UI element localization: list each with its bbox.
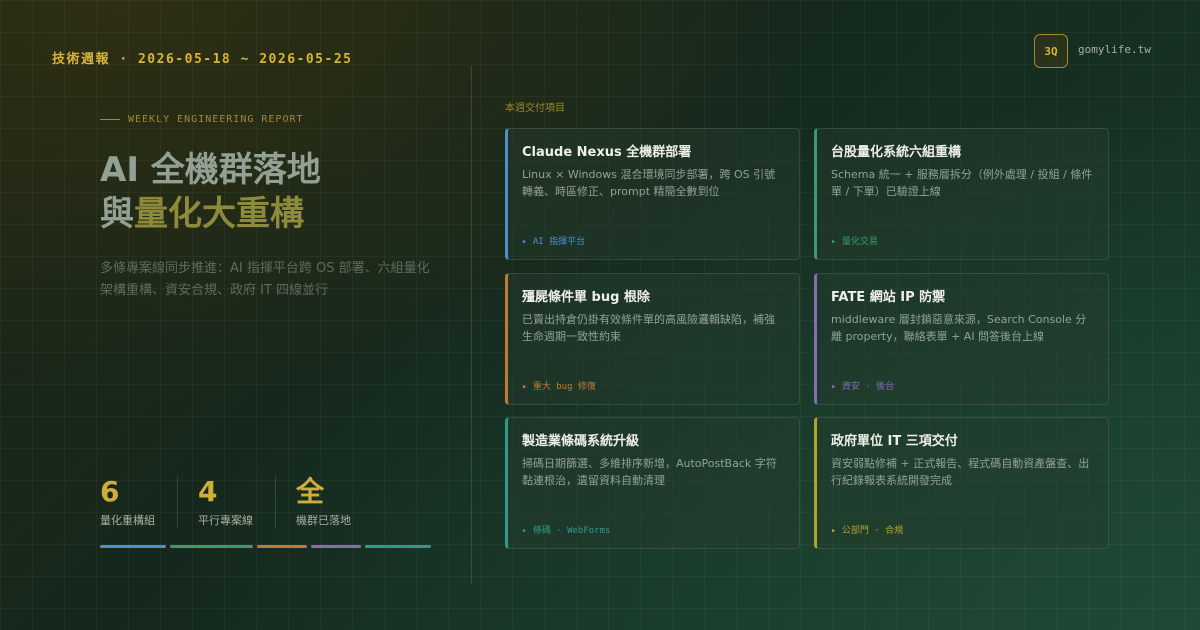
card-description: 掃碼日期篩選、多維排序新增，AutoPostBack 字符黏連根治，遺留資料自動…	[522, 457, 777, 487]
card-description: Schema 統一 + 服務層拆分（例外處理 / 投組 / 條件單 / 下單）已…	[831, 168, 1093, 198]
section-label: 本週交付項目	[505, 103, 565, 114]
delivery-card: FATE 網站 IP 防禦 middleware 層封鎖惡意來源，Search …	[814, 273, 1109, 405]
delivery-card: 殭屍條件單 bug 根除 已賣出持倉仍掛有效條件單的高風險邏輯缺陷，補強生命週期…	[505, 273, 800, 405]
stat-label: 機群已落地	[296, 514, 351, 527]
delivery-card: Claude Nexus 全機群部署 Linux × Windows 混合環境同…	[505, 128, 800, 260]
column-divider	[471, 66, 472, 584]
card-title: FATE 網站 IP 防禦	[831, 290, 946, 305]
hero-heading: AI 全機群落地 與量化大重構	[100, 148, 321, 236]
stats-row: 6 量化重構組 4 平行專案線 全 機群已落地	[100, 476, 351, 528]
card-title: 政府單位 IT 三項交付	[831, 434, 958, 449]
hero-subtitle: 多條專案線同步推進：AI 指揮平台跨 OS 部署、六組量化架構重構、資安合規、政…	[100, 261, 430, 298]
card-description: middleware 層封鎖惡意來源，Search Console 分離 pro…	[831, 313, 1087, 343]
eyebrow-line	[100, 119, 120, 120]
delivery-card: 製造業條碼系統升級 掃碼日期篩選、多維排序新增，AutoPostBack 字符黏…	[505, 417, 800, 549]
delivery-card: 台股量化系統六組重構 Schema 統一 + 服務層拆分（例外處理 / 投組 /…	[814, 128, 1109, 260]
color-bar	[365, 545, 431, 548]
report-title: 技術週報 · 2026-05-18 ~ 2026-05-25	[52, 52, 353, 67]
hero-line-1: AI 全機群落地	[100, 150, 321, 190]
card-description: Linux × Windows 混合環境同步部署，跨 OS 引號轉義、時區修正、…	[522, 168, 776, 198]
hero-line-2-prefix: 與	[100, 194, 134, 234]
logo-badge: 3Q	[1034, 34, 1068, 68]
hero-line-2-highlight: 量化大重構	[134, 194, 304, 234]
color-bar	[257, 545, 307, 548]
color-bars	[100, 545, 435, 548]
stat-label: 平行專案線	[198, 514, 253, 527]
card-tag: ▸ 重大 bug 修復	[522, 382, 596, 392]
hero-line-2: 與量化大重構	[100, 192, 321, 236]
card-title: Claude Nexus 全機群部署	[522, 145, 692, 160]
eyebrow: WEEKLY ENGINEERING REPORT	[100, 114, 304, 125]
color-bar	[170, 545, 253, 548]
stat-value: 全	[296, 475, 325, 508]
card-tag: ▸ AI 指揮平台	[522, 237, 586, 247]
stat-value: 4	[198, 475, 218, 508]
card-title: 殭屍條件單 bug 根除	[522, 290, 650, 305]
card-tag: ▸ 條碼 · WebForms	[522, 526, 611, 536]
card-description: 已賣出持倉仍掛有效條件單的高風險邏輯缺陷，補強生命週期一致性約束	[522, 313, 775, 343]
card-tag: ▸ 公部門 · 合規	[831, 526, 904, 536]
card-tag: ▸ 資安 · 後台	[831, 382, 895, 392]
card-title: 製造業條碼系統升級	[522, 434, 640, 449]
card-tag: ▸ 量化交易	[831, 237, 878, 247]
color-bar	[100, 545, 166, 548]
eyebrow-text: WEEKLY ENGINEERING REPORT	[128, 114, 304, 125]
delivery-card: 政府單位 IT 三項交付 資安弱點修補 + 正式報告、程式碼自動資產盤查、出行紀…	[814, 417, 1109, 549]
stat-value: 6	[100, 475, 120, 508]
stat-item: 4 平行專案線	[198, 476, 276, 528]
color-bar	[311, 545, 361, 548]
stat-item: 全 機群已落地	[296, 476, 351, 528]
stat-label: 量化重構組	[100, 514, 155, 527]
card-title: 台股量化系統六組重構	[831, 145, 962, 160]
card-description: 資安弱點修補 + 正式報告、程式碼自動資產盤查、出行紀錄報表系統開發完成	[831, 457, 1090, 487]
site-domain: gomylife.tw	[1078, 43, 1151, 56]
stat-item: 6 量化重構組	[100, 476, 178, 528]
